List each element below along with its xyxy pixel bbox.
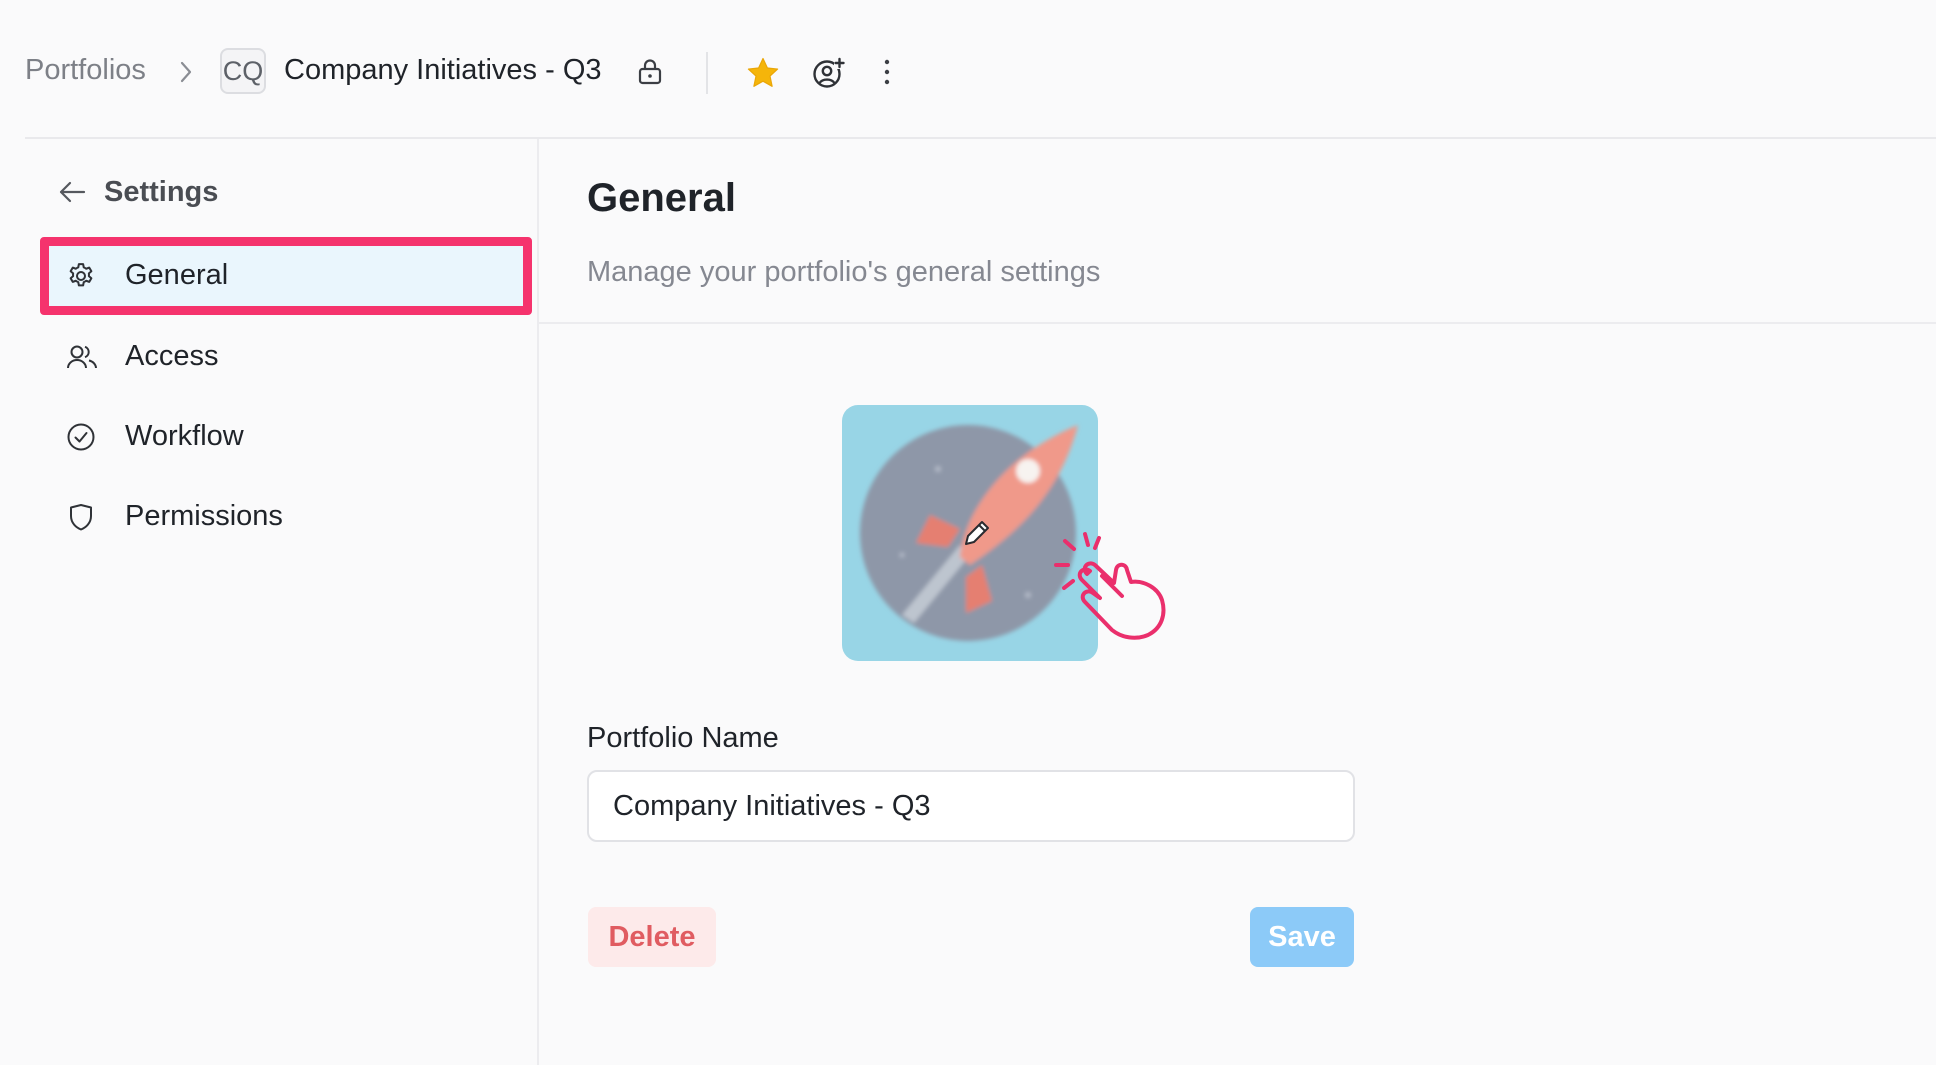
lock-icon[interactable] [637,58,663,86]
sidebar-item-general[interactable]: General [40,237,532,315]
settings-title: Settings [104,176,219,208]
portfolio-name-label: Portfolio Name [587,722,779,754]
sidebar-item-workflow[interactable]: Workflow [40,398,532,476]
page-title: General [587,176,736,220]
sidebar-item-access[interactable]: Access [40,318,532,396]
sidebar-item-label: Workflow [125,420,244,452]
sidebar-item-label: Access [125,340,219,372]
users-icon [67,345,97,369]
portfolio-avatar: CQ [220,48,266,94]
sidebar-item-permissions[interactable]: Permissions [40,478,532,556]
portfolio-name-input[interactable] [587,770,1355,842]
user-add-icon[interactable] [811,57,845,91]
sidebar-item-label: General [125,259,229,291]
gear-icon [69,263,93,287]
avatar-initials: CQ [222,55,264,86]
top-bar: Portfolios CQ Company Initiatives - Q3 [0,0,1936,138]
breadcrumb-portfolios-link[interactable]: Portfolios [25,54,146,87]
header-divider [706,52,708,94]
sidebar-item-label: Permissions [125,500,283,532]
more-vertical-icon[interactable] [881,58,893,86]
check-circle-icon [67,423,95,451]
save-button[interactable]: Save [1250,907,1354,967]
delete-button[interactable]: Delete [588,907,716,967]
chevron-right-icon [180,61,192,83]
click-hand-icon [1054,532,1166,640]
page-subtitle: Manage your portfolio's general settings [587,256,1101,288]
main-header-border [539,322,1936,324]
sidebar-border [537,139,539,1065]
arrow-left-icon[interactable] [58,180,86,204]
portfolio-title: Company Initiatives - Q3 [284,54,602,86]
star-icon[interactable] [746,56,780,90]
shield-icon [70,504,92,531]
